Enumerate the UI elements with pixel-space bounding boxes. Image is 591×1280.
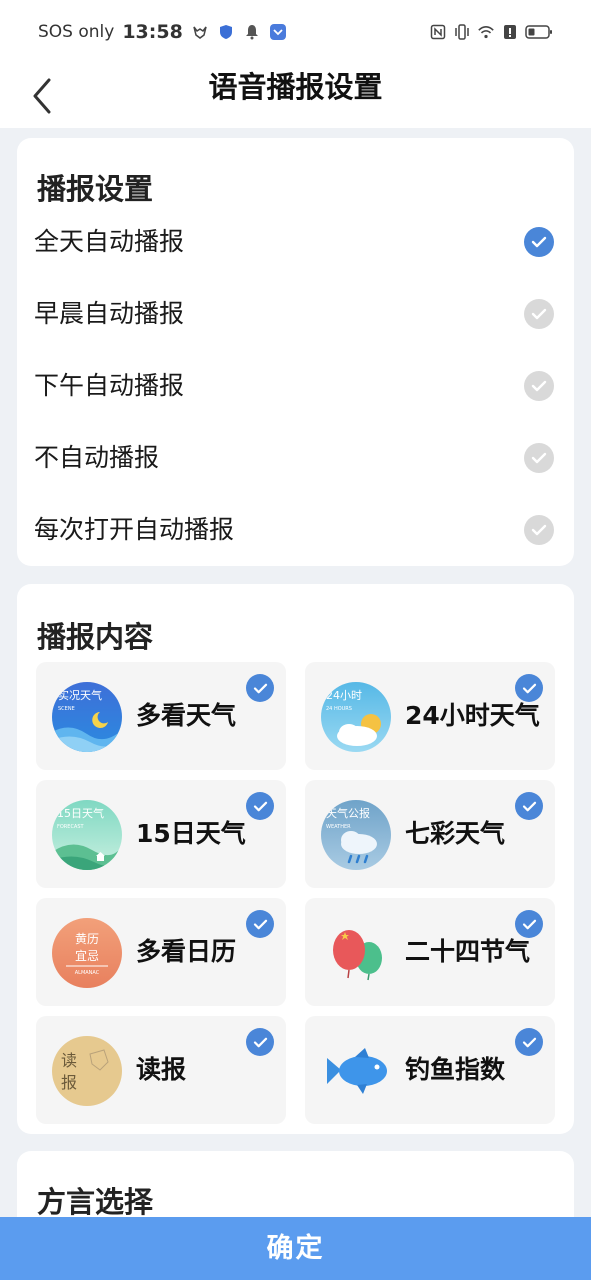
almanac-icon: 黄历 宜忌 ALMANAC (52, 918, 122, 988)
option-label: 全天自动播报 (34, 227, 185, 256)
tile-label: 多看天气 (136, 701, 237, 730)
nfc-icon (429, 23, 447, 41)
option-label: 每次打开自动播报 (34, 515, 235, 544)
content-tile-solar-terms[interactable]: 二十四节气 (305, 898, 555, 1006)
checkmark-selected-icon[interactable] (515, 910, 543, 938)
checkmark-selected-icon[interactable] (524, 227, 554, 257)
svg-text:ALMANAC: ALMANAC (75, 970, 100, 976)
content-tile-15day-weather[interactable]: 15日天气 FORECAST 15日天气 (36, 780, 286, 888)
alert-icon (501, 23, 519, 41)
content-tile-newspaper[interactable]: 读 报 读报 (36, 1016, 286, 1124)
tile-label: 多看日历 (136, 937, 237, 966)
option-no-auto[interactable]: 不自动播报 (17, 422, 574, 494)
fox-app-icon (191, 23, 209, 41)
option-afternoon[interactable]: 下午自动播报 (17, 350, 574, 422)
page-title: 语音播报设置 (208, 70, 383, 104)
broadcast-content-title: 播报内容 (37, 620, 154, 654)
checkmark-selected-icon[interactable] (515, 1028, 543, 1056)
app-badge-icon (269, 23, 287, 41)
newspaper-icon: 读 报 (52, 1036, 122, 1106)
balloon-icon (321, 918, 391, 988)
broadcast-settings-card: 播报设置 全天自动播报 早晨自动播报 下午自动播报 不自动播报 每次打开自动播报 (17, 138, 574, 566)
option-label: 不自动播报 (34, 443, 160, 472)
option-label: 早晨自动播报 (34, 299, 185, 328)
shield-icon (217, 23, 235, 41)
checkmark-selected-icon[interactable] (246, 674, 274, 702)
checkmark-selected-icon[interactable] (246, 910, 274, 938)
svg-text:FORECAST: FORECAST (57, 824, 85, 830)
checkmark-unselected-icon[interactable] (524, 371, 554, 401)
tile-label: 15日天气 (136, 819, 246, 848)
tile-label: 读报 (136, 1055, 187, 1084)
battery-icon (525, 23, 553, 41)
content-tile-more-weather[interactable]: 实况天气 SCENE 多看天气 (36, 662, 286, 770)
svg-text:24 HOURS: 24 HOURS (326, 706, 352, 712)
dialect-title: 方言选择 (37, 1185, 154, 1219)
checkmark-selected-icon[interactable] (515, 792, 543, 820)
option-label: 下午自动播报 (34, 371, 185, 400)
colorful-weather-icon: 天气公报 WEATHER (321, 800, 391, 870)
checkmark-selected-icon[interactable] (246, 792, 274, 820)
svg-text:24小时: 24小时 (326, 689, 362, 702)
vibrate-icon (453, 23, 471, 41)
tile-label: 二十四节气 (405, 937, 531, 966)
tile-label: 钓鱼指数 (405, 1055, 506, 1084)
checkmark-unselected-icon[interactable] (524, 515, 554, 545)
status-bar: SOS only 13:58 (0, 0, 591, 64)
svg-text:黄历: 黄历 (75, 932, 99, 946)
broadcast-settings-title: 播报设置 (37, 172, 154, 206)
svg-text:天气公报: 天气公报 (326, 806, 370, 820)
svg-text:报: 报 (61, 1073, 77, 1092)
checkmark-unselected-icon[interactable] (524, 299, 554, 329)
15day-weather-icon: 15日天气 FORECAST (52, 800, 122, 870)
option-all-day[interactable]: 全天自动播报 (17, 206, 574, 278)
checkmark-selected-icon[interactable] (515, 674, 543, 702)
svg-text:实况天气: 实况天气 (58, 688, 102, 702)
content-tile-calendar[interactable]: 黄历 宜忌 ALMANAC 多看日历 (36, 898, 286, 1006)
checkmark-selected-icon[interactable] (246, 1028, 274, 1056)
24h-weather-icon: 24小时 24 HOURS (321, 682, 391, 752)
tile-label: 七彩天气 (405, 819, 506, 848)
live-weather-icon: 实况天气 SCENE (52, 682, 122, 752)
bell-icon (243, 23, 261, 41)
network-status: SOS only (38, 22, 115, 42)
wifi-icon (477, 23, 495, 41)
svg-text:WEATHER: WEATHER (326, 824, 351, 830)
svg-text:SCENE: SCENE (58, 706, 75, 712)
checkmark-unselected-icon[interactable] (524, 443, 554, 473)
content-tile-24h-weather[interactable]: 24小时 24 HOURS 24小时天气 (305, 662, 555, 770)
content-tile-fishing[interactable]: 钓鱼指数 (305, 1016, 555, 1124)
option-morning[interactable]: 早晨自动播报 (17, 278, 574, 350)
fish-icon (321, 1036, 391, 1106)
broadcast-content-card: 播报内容 实况天气 SCENE 多看天气 24小时 24 HOURS 24小时天… (17, 584, 574, 1134)
content-tile-colorful-weather[interactable]: 天气公报 WEATHER 七彩天气 (305, 780, 555, 888)
option-every-open[interactable]: 每次打开自动播报 (17, 494, 574, 566)
confirm-button[interactable]: 确定 (0, 1217, 591, 1280)
svg-text:读: 读 (61, 1051, 77, 1070)
nav-bar: 语音播报设置 (0, 64, 591, 128)
clock: 13:58 (122, 21, 183, 43)
svg-text:15日天气: 15日天气 (57, 806, 104, 820)
svg-text:宜忌: 宜忌 (75, 948, 99, 963)
